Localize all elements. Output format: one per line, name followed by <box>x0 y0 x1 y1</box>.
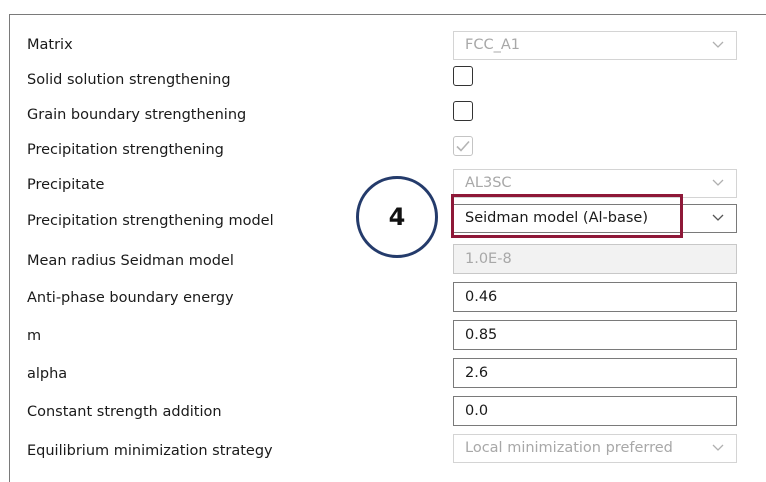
minimization-strategy-value: Local minimization preferred <box>465 440 673 456</box>
m-label: m <box>27 328 42 344</box>
matrix-value: FCC_A1 <box>465 37 520 53</box>
anti-phase-field[interactable]: 0.46 <box>453 282 737 312</box>
chevron-down-icon <box>712 444 724 451</box>
precipitate-value: AL3SC <box>465 175 512 191</box>
solid-solution-label: Solid solution strengthening <box>27 72 231 88</box>
m-field[interactable]: 0.85 <box>453 320 737 350</box>
precipitation-strengthening-checkbox[interactable] <box>453 136 473 156</box>
precipitate-label: Precipitate <box>27 177 105 193</box>
minimization-strategy-combo[interactable]: Local minimization preferred <box>453 434 737 463</box>
grain-boundary-checkbox[interactable] <box>453 101 473 121</box>
anti-phase-label: Anti-phase boundary energy <box>27 290 234 306</box>
chevron-down-icon <box>712 41 724 48</box>
chevron-down-icon <box>712 179 724 186</box>
matrix-label: Matrix <box>27 37 73 53</box>
grain-boundary-label: Grain boundary strengthening <box>27 107 247 123</box>
alpha-field[interactable]: 2.6 <box>453 358 737 388</box>
chevron-down-icon <box>712 214 724 221</box>
precipitation-strengthening-label: Precipitation strengthening <box>27 142 224 158</box>
callout-number: 4 <box>388 203 406 231</box>
mean-radius-label: Mean radius Seidman model <box>27 253 234 269</box>
constant-strength-field[interactable]: 0.0 <box>453 396 737 426</box>
precipitation-model-label: Precipitation strengthening model <box>27 213 274 229</box>
solid-solution-checkbox[interactable] <box>453 66 473 86</box>
precipitation-model-value: Seidman model (Al-base) <box>465 210 648 226</box>
matrix-combo[interactable]: FCC_A1 <box>453 31 737 60</box>
constant-strength-label: Constant strength addition <box>27 404 222 420</box>
precipitation-model-combo[interactable]: Seidman model (Al-base) <box>453 204 737 233</box>
callout-badge: 4 <box>356 176 438 258</box>
checkmark-icon <box>456 140 470 152</box>
minimization-strategy-label: Equilibrium minimization strategy <box>27 443 273 459</box>
alpha-label: alpha <box>27 366 68 382</box>
precipitate-combo[interactable]: AL3SC <box>453 169 737 198</box>
mean-radius-field[interactable]: 1.0E-8 <box>453 244 737 274</box>
